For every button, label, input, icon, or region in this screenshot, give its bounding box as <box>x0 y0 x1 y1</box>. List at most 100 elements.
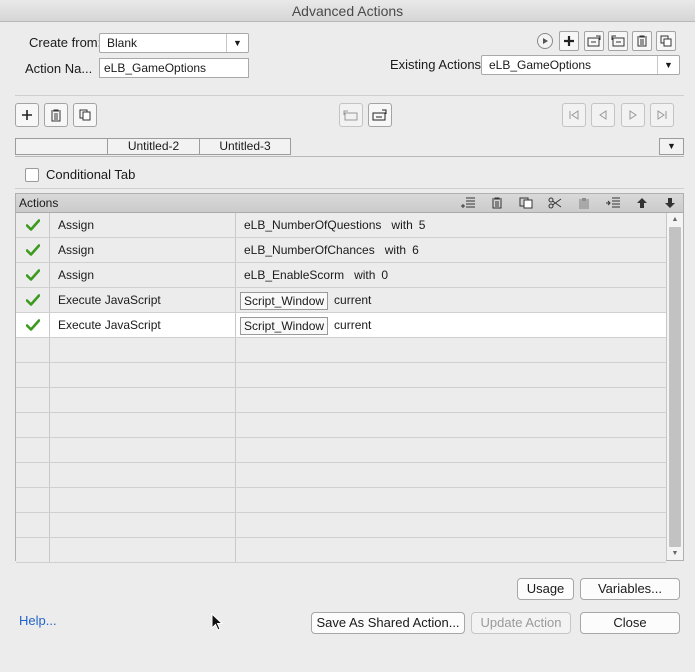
action-type-cell[interactable]: Assign <box>50 213 236 237</box>
save-as-shared-action-button[interactable]: Save As Shared Action... <box>311 612 465 634</box>
table-row[interactable]: Assign eLB_EnableScorm with 0 <box>16 263 666 288</box>
empty-cell <box>50 413 236 437</box>
existing-actions-value: eLB_GameOptions <box>489 58 592 72</box>
duplicate-decision-icon[interactable] <box>73 103 97 127</box>
divider <box>15 188 684 189</box>
delete-action-icon[interactable] <box>488 195 506 211</box>
empty-table-row[interactable] <box>16 513 666 538</box>
first-decision-icon[interactable] <box>562 103 586 127</box>
cut-action-icon[interactable] <box>546 195 564 211</box>
action-type-cell[interactable]: Assign <box>50 238 236 262</box>
empty-table-row[interactable] <box>16 363 666 388</box>
paste-action-icon[interactable] <box>575 195 593 211</box>
existing-actions-select[interactable]: eLB_GameOptions ▼ <box>481 55 680 75</box>
delete-decision-icon[interactable] <box>44 103 68 127</box>
action-value: 0 <box>381 268 389 282</box>
action-type-cell[interactable]: Assign <box>50 263 236 287</box>
create-from-value: Blank <box>107 36 138 50</box>
empty-cell <box>16 338 50 362</box>
close-button[interactable]: Close <box>580 612 680 634</box>
duplicate-icon[interactable] <box>656 31 676 51</box>
add-decision-icon[interactable] <box>15 103 39 127</box>
import-icon[interactable] <box>584 31 604 51</box>
usage-button[interactable]: Usage <box>517 578 574 600</box>
action-type-cell[interactable]: Execute JavaScript <box>50 288 236 312</box>
empty-table-row[interactable] <box>16 538 666 563</box>
add-action-icon[interactable] <box>559 31 579 51</box>
insert-action-icon[interactable] <box>459 195 477 211</box>
mouse-cursor-icon <box>211 613 223 631</box>
variables-button[interactable]: Variables... <box>580 578 680 600</box>
empty-cell <box>236 388 666 412</box>
empty-cell <box>16 388 50 412</box>
tab-blank[interactable] <box>15 138 108 155</box>
vertical-scrollbar[interactable]: ▲ ▼ <box>666 213 683 560</box>
conditional-tab-label: Conditional Tab <box>46 167 136 182</box>
empty-cell <box>16 363 50 387</box>
actions-table-header: Actions <box>16 194 683 213</box>
empty-table-row[interactable] <box>16 488 666 513</box>
target-variable: eLB_NumberOfChances <box>244 243 375 257</box>
preview-play-icon[interactable] <box>537 33 553 49</box>
empty-table-row[interactable] <box>16 388 666 413</box>
empty-table-row[interactable] <box>16 438 666 463</box>
with-keyword: with <box>384 243 407 257</box>
conditional-tab-checkbox[interactable] <box>25 168 39 182</box>
action-type-cell[interactable]: Execute JavaScript <box>50 313 236 337</box>
table-row[interactable]: Execute JavaScript Script_Window current <box>16 288 666 313</box>
empty-cell <box>16 538 50 562</box>
tab-untitled-3[interactable]: Untitled-3 <box>199 138 291 155</box>
last-decision-icon[interactable] <box>650 103 674 127</box>
copy-action-icon[interactable] <box>517 195 535 211</box>
actions-header-label: Actions <box>19 196 59 210</box>
table-row[interactable]: Assign eLB_NumberOfChances with 6 <box>16 238 666 263</box>
create-from-label: Create from: <box>29 35 102 50</box>
table-row[interactable]: Execute JavaScript Script_Window current <box>16 313 666 338</box>
check-icon <box>16 313 50 337</box>
chevron-down-icon: ▼ <box>667 141 676 151</box>
export-icon[interactable] <box>608 31 628 51</box>
table-row[interactable]: Assign eLB_NumberOfQuestions with 5 <box>16 213 666 238</box>
export-decision-icon[interactable] <box>368 103 392 127</box>
delete-icon[interactable] <box>632 31 652 51</box>
action-params-cell[interactable]: Script_Window current <box>236 313 666 337</box>
chevron-down-icon: ▼ <box>226 34 248 52</box>
update-action-button[interactable]: Update Action <box>471 612 571 634</box>
action-params-cell[interactable]: Script_Window current <box>236 288 666 312</box>
empty-cell <box>16 438 50 462</box>
import-decision-icon[interactable] <box>339 103 363 127</box>
move-down-icon[interactable] <box>661 195 679 211</box>
script-window-button[interactable]: Script_Window <box>240 291 329 310</box>
target-variable: eLB_NumberOfQuestions <box>244 218 382 232</box>
move-up-icon[interactable] <box>633 195 651 211</box>
empty-cell <box>236 363 666 387</box>
empty-cell <box>50 438 236 462</box>
action-value: 6 <box>412 243 419 257</box>
with-keyword: with <box>391 218 413 232</box>
action-params-cell[interactable]: eLB_NumberOfQuestions with 5 <box>236 213 666 237</box>
tab-list-dropdown[interactable]: ▼ <box>659 138 684 155</box>
empty-cell <box>50 513 236 537</box>
tab-underline <box>15 156 684 157</box>
action-params-cell[interactable]: eLB_EnableScorm with 0 <box>236 263 666 287</box>
script-window-button[interactable]: Script_Window <box>240 316 329 335</box>
action-params-cell[interactable]: eLB_NumberOfChances with 6 <box>236 238 666 262</box>
scroll-down-icon[interactable]: ▼ <box>667 547 683 560</box>
next-decision-icon[interactable] <box>621 103 645 127</box>
help-link[interactable]: Help... <box>19 613 57 628</box>
action-value: current <box>334 293 372 307</box>
existing-actions-label: Existing Actions: <box>390 57 485 72</box>
scrollbar-thumb[interactable] <box>669 227 681 547</box>
indent-action-icon[interactable] <box>604 195 622 211</box>
chevron-down-icon: ▼ <box>657 56 679 74</box>
action-name-field[interactable]: eLB_GameOptions <box>99 58 249 78</box>
scroll-up-icon[interactable]: ▲ <box>667 213 683 226</box>
previous-decision-icon[interactable] <box>591 103 615 127</box>
empty-table-row[interactable] <box>16 463 666 488</box>
empty-table-row[interactable] <box>16 338 666 363</box>
create-from-select[interactable]: Blank ▼ <box>99 33 249 53</box>
tab-untitled-2[interactable]: Untitled-2 <box>107 138 200 155</box>
target-variable: eLB_EnableScorm <box>244 268 345 282</box>
empty-cell <box>236 338 666 362</box>
empty-table-row[interactable] <box>16 413 666 438</box>
